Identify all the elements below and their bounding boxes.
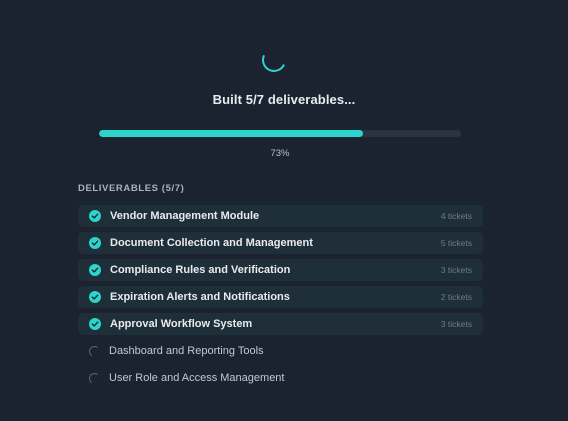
check-circle-icon [89, 210, 101, 222]
deliverable-item-pending: Dashboard and Reporting Tools [78, 340, 483, 362]
progress-percent: 73% [270, 148, 290, 159]
deliverable-item: Expiration Alerts and Notifications 2 ti… [78, 286, 483, 308]
progress-bar-fill [99, 130, 364, 137]
deliverable-ticket-count: 5 tickets [440, 238, 472, 248]
deliverable-item: Approval Workflow System 3 tickets [78, 313, 483, 335]
deliverable-label: Document Collection and Management [110, 237, 313, 249]
build-status-title: Built 5/7 deliverables... [212, 92, 356, 107]
check-circle-icon [89, 318, 101, 330]
loading-spinner-icon [258, 44, 290, 76]
deliverables-header: DELIVERABLES (5/7) [78, 183, 185, 194]
pending-spinner-icon [88, 344, 101, 358]
deliverable-item: Document Collection and Management 5 tic… [78, 232, 483, 254]
deliverable-item-pending: User Role and Access Management [78, 367, 483, 389]
deliverable-label: Expiration Alerts and Notifications [110, 291, 290, 303]
deliverable-ticket-count: 3 tickets [440, 265, 472, 275]
check-circle-icon [89, 237, 101, 249]
progress-bar [99, 130, 461, 137]
check-circle-icon [89, 264, 101, 276]
deliverable-item: Vendor Management Module 4 tickets [78, 205, 483, 227]
deliverable-label: User Role and Access Management [109, 372, 285, 384]
deliverable-label: Compliance Rules and Verification [110, 264, 291, 276]
check-circle-icon [89, 291, 101, 303]
deliverable-ticket-count: 3 tickets [440, 319, 472, 329]
deliverables-list: Vendor Management Module 4 tickets Docum… [78, 205, 483, 394]
deliverable-ticket-count: 2 tickets [440, 292, 472, 302]
deliverable-label: Approval Workflow System [110, 318, 253, 330]
deliverable-label: Vendor Management Module [110, 210, 260, 222]
deliverable-item: Compliance Rules and Verification 3 tick… [78, 259, 483, 281]
deliverable-ticket-count: 4 tickets [440, 211, 472, 221]
pending-spinner-icon [88, 371, 101, 385]
deliverable-label: Dashboard and Reporting Tools [109, 345, 264, 357]
